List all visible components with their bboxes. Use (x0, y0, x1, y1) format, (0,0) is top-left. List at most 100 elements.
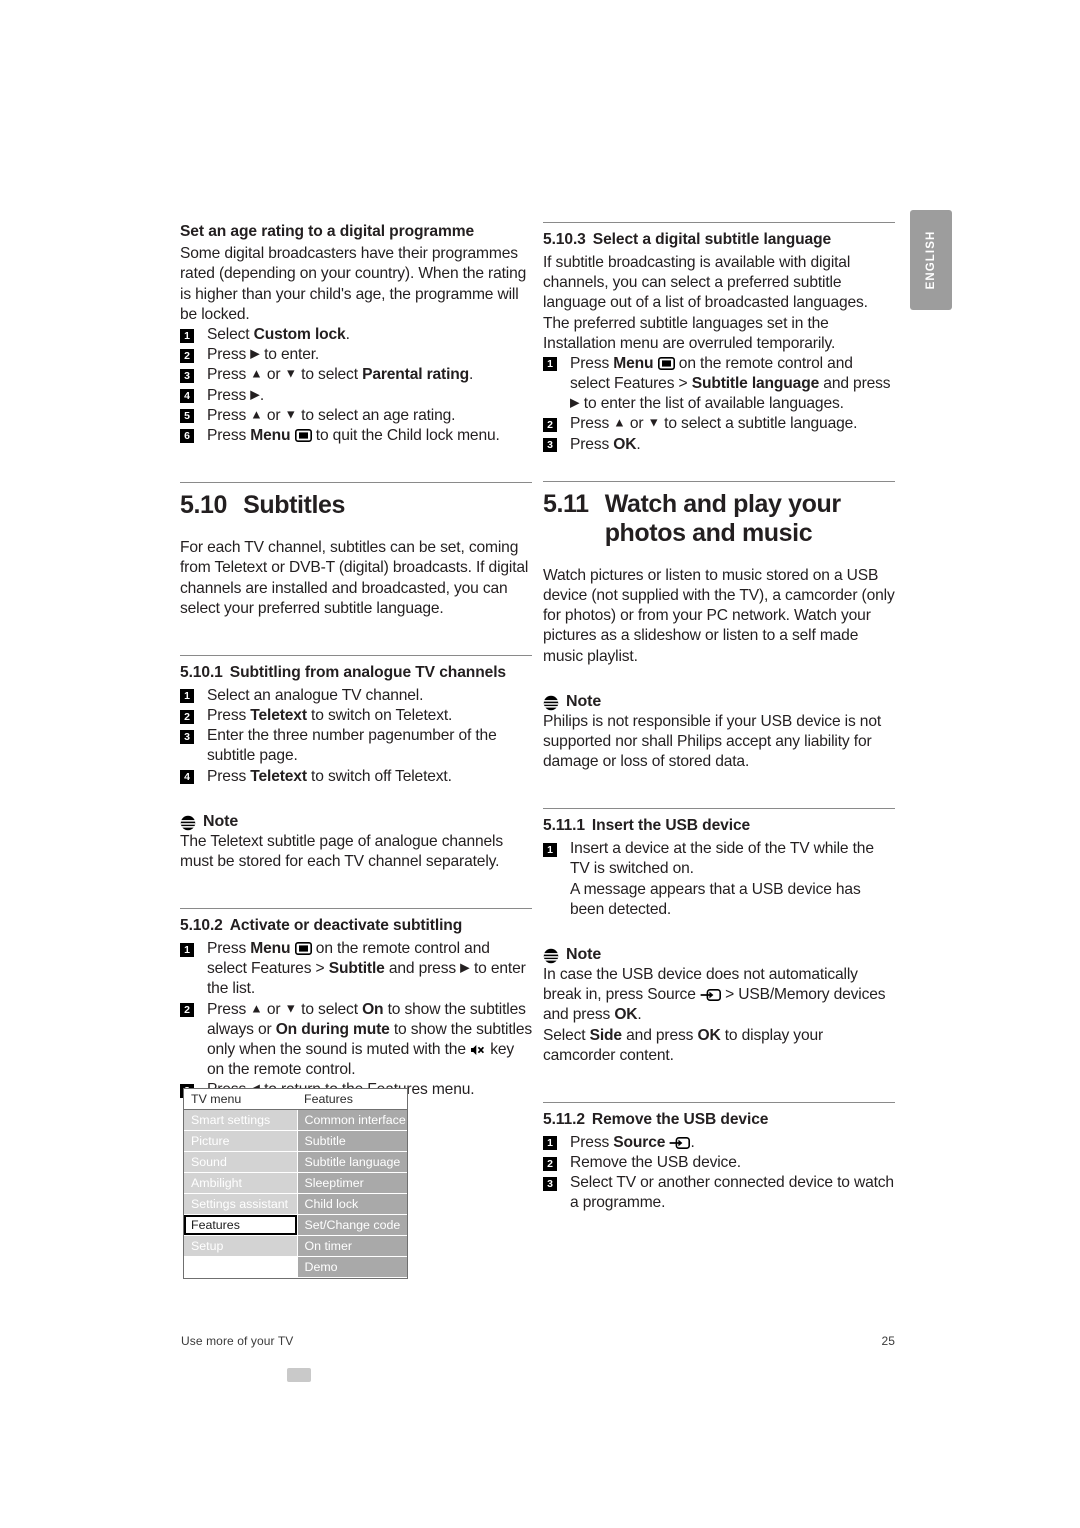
arrow-right-icon: ▶ (250, 346, 260, 361)
tv-menu-item-picture[interactable]: Picture (184, 1130, 297, 1152)
tv-menu-item-subtitle-language[interactable]: Subtitle language (296, 1151, 407, 1173)
step-badge: 4 (180, 770, 194, 785)
section-5-10-3-steps: 1 Press Menu on the remote control and s… (543, 354, 895, 455)
section-5-10-3: 5.10.3 Select a digital subtitle language… (543, 222, 895, 455)
step-text: Select Custom lock. (207, 326, 350, 344)
step-text: Press ▶. (207, 386, 265, 404)
note-label: Note (566, 946, 602, 964)
arrow-down-icon: ▼ (284, 407, 297, 422)
note-label: Note (203, 812, 239, 830)
source-icon (700, 987, 721, 1002)
menu-icon (657, 356, 675, 370)
step-text: Press Teletext to switch on Teletext. (207, 707, 453, 725)
arrow-down-icon: ▼ (284, 366, 297, 381)
section-divider (543, 1101, 895, 1103)
section-divider (543, 222, 895, 223)
step-item: 5 Press ▲ or ▼ to select an age rating. (180, 406, 532, 426)
section-title-line1: Watch and play your (604, 489, 841, 518)
step-item: 6 Press Menu to quit the Child lock menu. (180, 426, 532, 446)
step-item: 2 Press ▲ or ▼ to select a subtitle lang… (543, 414, 895, 434)
menu-icon (294, 428, 312, 442)
step-item: 4 Press ▶. (180, 386, 532, 406)
section-title: Subtitles (243, 491, 346, 520)
tv-menu-item-common-interface[interactable]: Common interface (296, 1109, 407, 1131)
step-badge: 1 (180, 328, 194, 343)
section-divider (543, 808, 895, 810)
tv-menu-header-right: Features (297, 1089, 407, 1110)
arrow-down-icon: ▼ (647, 415, 660, 430)
footer-crop-mark (287, 1368, 311, 1382)
note-heading: Note (543, 946, 895, 964)
section-title-line2: photos and music (604, 518, 813, 547)
section-number: 5.11.1 (543, 817, 585, 835)
step-item: 4 Press Teletext to switch off Teletext. (180, 767, 532, 787)
tv-menu-item-demo[interactable]: Demo (296, 1256, 407, 1278)
tv-menu-item-subtitle[interactable]: Subtitle (296, 1130, 407, 1152)
note-text: Philips is not responsible if your USB d… (543, 712, 882, 771)
table-row: Smart settings Common interface (184, 1109, 407, 1131)
step-badge: 2 (180, 348, 194, 363)
age-rating-intro: Some digital broadcasters have their pro… (180, 245, 527, 323)
section-divider (543, 480, 895, 482)
section-title: Activate or deactivate subtitling (229, 917, 463, 935)
tv-menu-item-set-change-code[interactable]: Set/Change code (296, 1214, 407, 1236)
step-badge: 1 (543, 842, 557, 857)
section-5-10-body: For each TV channel, subtitles can be se… (180, 539, 529, 617)
menu-icon (294, 941, 312, 956)
section-5-11-1: 5.11.1 Insert the USB device 1 Insert a d… (543, 808, 895, 920)
step-text: Press ▲ or ▼ to select On to show the su… (207, 1000, 533, 1079)
section-5-11-2: 5.11.2 Remove the USB device 1 Press Sour… (543, 1101, 895, 1214)
tv-menu-item-on-timer[interactable]: On timer (296, 1235, 407, 1257)
section-title: Remove the USB device (591, 1110, 769, 1128)
tv-menu-item-setup[interactable]: Setup (184, 1235, 297, 1257)
tv-menu-item-ambilight[interactable]: Ambilight (184, 1172, 297, 1194)
tv-menu-item-settings-assistant[interactable]: Settings assistant (184, 1193, 297, 1215)
section-number: 5.10.3 (543, 231, 586, 248)
age-rating-steps: 1 Select Custom lock. 2 Press ▶ to enter. … (180, 325, 532, 446)
step-item: 2 Press ▲ or ▼ to select On to show the … (180, 1000, 532, 1081)
section-5-10-1-heading: 5.10.1 Subtitling from analogue TV channe… (180, 663, 532, 683)
step-badge: 2 (180, 1003, 194, 1018)
tv-menu-item-smart-settings[interactable]: Smart settings (184, 1109, 297, 1131)
step-item: 2 Press ▶ to enter. (180, 345, 532, 365)
table-row: Picture Subtitle (184, 1130, 407, 1152)
tv-menu-item-features-selected[interactable]: Features (184, 1214, 297, 1236)
step-item: 1 Press Menu on the remote control and s… (543, 354, 895, 415)
table-row: Demo (184, 1256, 407, 1278)
step-item: 1 Select an analogue TV channel. (180, 686, 532, 706)
source-icon (669, 1135, 691, 1149)
tv-menu-item-sleeptimer[interactable]: Sleeptimer (296, 1172, 407, 1194)
section-number: 5.10.2 (180, 917, 223, 935)
footer-chapter-label: Use more of your TV (181, 1334, 294, 1348)
step-item: 1 Press Source . (543, 1133, 895, 1153)
language-tab-label: ENGLISH (925, 230, 937, 290)
note-block-2: Note Philips is not responsible if your … (543, 693, 895, 773)
note-icon (543, 948, 559, 964)
section-divider (180, 908, 532, 910)
section-title: Watch and play your photos and music (605, 490, 895, 548)
step-text: Press ▲ or ▼ to select an age rating. (207, 406, 456, 424)
step-item-continuation: A message appears that a USB device has … (543, 880, 895, 920)
section-5-10-2-heading: 5.10.2 Activate or deactivate subtitling (180, 916, 532, 936)
section-5-10: 5.10 Subtitles For each TV channel, subt… (180, 482, 532, 619)
arrow-right-icon: ▶ (250, 387, 260, 402)
section-5-10-2-steps: 1 Press Menu on the remote control and s… (180, 939, 532, 1101)
arrow-up-icon: ▲ (250, 1001, 263, 1016)
step-item: 3 Enter the three number pagenumber of th… (180, 726, 532, 766)
tv-menu-item-empty (184, 1256, 297, 1278)
arrow-up-icon: ▲ (250, 366, 263, 381)
table-row: Features Set/Change code (184, 1214, 407, 1236)
note-icon (543, 695, 559, 711)
arrow-up-icon: ▲ (250, 407, 263, 422)
step-text: Press Teletext to switch off Teletext. (207, 767, 452, 785)
tv-menu-item-child-lock[interactable]: Child lock (296, 1193, 407, 1215)
tv-menu-item-sound[interactable]: Sound (184, 1151, 297, 1173)
step-badge: 3 (180, 729, 194, 744)
left-column: Set an age rating to a digital programme… (180, 222, 532, 1101)
table-row: Sound Subtitle language (184, 1151, 407, 1173)
table-row: TV menu Features (184, 1089, 407, 1110)
step-badge: 1 (543, 357, 557, 372)
section-number: 5.10 (180, 491, 228, 520)
section-5-10-1-steps: 1 Select an analogue TV channel. 2 Press T… (180, 686, 532, 787)
step-text: Press Source . (570, 1133, 695, 1151)
